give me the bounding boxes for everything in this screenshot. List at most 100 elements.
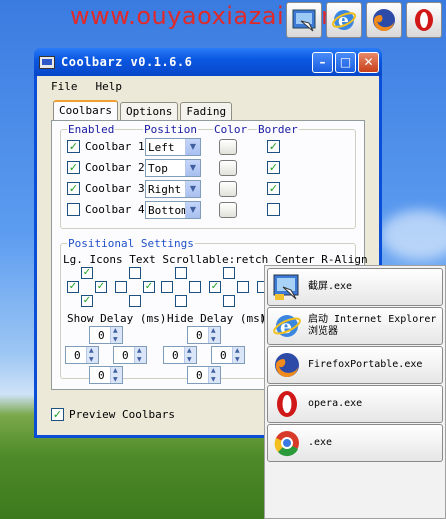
spinner-value: 0 <box>122 349 129 362</box>
show-delay-label: Show Delay (ms) <box>67 312 167 325</box>
chevron-down-icon: ▼ <box>185 202 200 218</box>
close-button[interactable]: ✕ <box>358 51 379 73</box>
menu-help[interactable]: Help <box>96 80 123 96</box>
border-checkbox-3[interactable]: ✓ <box>267 182 280 195</box>
coolbar-label-3: Coolbar 3 <box>85 182 145 195</box>
opera-icon <box>277 391 297 417</box>
title-bar[interactable]: Coolbarz v0.1.6.6 – □ ✕ <box>34 48 382 76</box>
spin-arrows-icon[interactable] <box>208 327 220 343</box>
spinner-value: 0 <box>98 369 105 382</box>
screenshot-icon <box>292 9 316 32</box>
color-button-3[interactable] <box>219 181 237 197</box>
show-delay-top-spinner[interactable]: 0 <box>89 326 123 344</box>
header-border: Border <box>257 123 299 136</box>
text-bottom-checkbox[interactable] <box>129 295 141 307</box>
header-enabled: Enabled <box>67 123 116 136</box>
position-value-4: Bottom <box>148 204 188 217</box>
chevron-down-icon: ▼ <box>185 181 200 197</box>
firefox-icon <box>275 353 299 378</box>
coolbar-item-opera[interactable]: opera.exe <box>267 385 443 423</box>
top-coolbar: e <box>284 0 446 40</box>
lg-icons-left-checkbox[interactable]: ✓ <box>67 281 79 293</box>
spin-arrows-icon[interactable] <box>86 347 98 363</box>
lg-icons-bottom-checkbox[interactable]: ✓ <box>81 295 93 307</box>
screenshot-icon <box>273 274 299 300</box>
opera-button[interactable] <box>406 2 442 38</box>
tab-options[interactable]: Options <box>119 102 179 120</box>
menu-file[interactable]: File <box>51 80 78 96</box>
firefox-icon <box>373 9 395 32</box>
spin-arrows-icon[interactable] <box>232 347 244 363</box>
coolbar-item-chrome[interactable]: .exe <box>267 424 443 462</box>
positional-settings-title: Positional Settings <box>67 237 195 250</box>
hide-delay-label: Hide Delay (ms) <box>167 312 267 325</box>
spin-arrows-icon[interactable] <box>110 367 122 383</box>
preview-coolbars-checkbox[interactable]: ✓ <box>51 408 64 421</box>
stretch-top-checkbox[interactable] <box>223 267 235 279</box>
tab-strip: Coolbars Options Fading <box>53 100 234 121</box>
spin-arrows-icon[interactable] <box>208 367 220 383</box>
coolbar-label-1: Coolbar 1 <box>85 140 145 153</box>
hide-delay-left-spinner[interactable]: 0 <box>163 346 197 364</box>
coolbar-item-label: opera.exe <box>308 398 363 409</box>
spinner-value: 0 <box>172 349 179 362</box>
hide-delay-bottom-spinner[interactable]: 0 <box>187 366 221 384</box>
screenshot-button[interactable] <box>286 2 322 38</box>
minimize-button[interactable]: – <box>312 51 333 73</box>
enabled-checkbox-1[interactable]: ✓ <box>67 140 80 153</box>
coolbar-settings-group: Enabled Position Color Border ✓ Coolbar … <box>60 123 356 229</box>
border-checkbox-2[interactable]: ✓ <box>267 161 280 174</box>
position-select-3[interactable]: Right ▼ <box>145 180 201 198</box>
coolbar-item-internet-explorer[interactable]: e 启动 Internet Explorer 浏览器 <box>267 307 443 345</box>
hide-delay-right-spinner[interactable]: 0 <box>211 346 245 364</box>
header-color: Color <box>213 123 249 136</box>
stretch-bottom-checkbox[interactable] <box>223 295 235 307</box>
scrollable-right-checkbox[interactable] <box>189 281 201 293</box>
text-right-checkbox[interactable]: ✓ <box>143 281 155 293</box>
color-button-4[interactable] <box>219 202 237 218</box>
internet-explorer-icon: e <box>331 10 357 31</box>
enabled-checkbox-4[interactable] <box>67 203 80 216</box>
spinner-value: 0 <box>196 329 203 342</box>
firefox-button[interactable] <box>366 2 402 38</box>
preview-coolbars-label: Preview Coolbars <box>69 408 175 421</box>
spinner-value: 0 <box>196 369 203 382</box>
enabled-checkbox-2[interactable]: ✓ <box>67 161 80 174</box>
text-left-checkbox[interactable] <box>115 281 127 293</box>
show-delay-left-spinner[interactable]: 0 <box>65 346 99 364</box>
scrollable-bottom-checkbox[interactable] <box>175 295 187 307</box>
spin-arrows-icon[interactable] <box>184 347 196 363</box>
lg-icons-right-checkbox[interactable]: ✓ <box>95 281 107 293</box>
color-button-2[interactable] <box>219 160 237 176</box>
position-select-4[interactable]: Bottom ▼ <box>145 201 201 219</box>
internet-explorer-button[interactable]: e <box>326 2 362 38</box>
show-delay-right-spinner[interactable]: 0 <box>113 346 147 364</box>
tab-fading[interactable]: Fading <box>180 102 233 120</box>
spin-arrows-icon[interactable] <box>134 347 146 363</box>
color-button-1[interactable] <box>219 139 237 155</box>
tab-coolbars[interactable]: Coolbars <box>53 100 118 121</box>
coolbar-item-firefox[interactable]: FirefoxPortable.exe <box>267 346 443 384</box>
coolbar-item-screenshot[interactable]: 截屏.exe <box>267 268 443 306</box>
border-checkbox-4[interactable] <box>267 203 280 216</box>
maximize-button[interactable]: □ <box>335 51 356 73</box>
show-delay-bottom-spinner[interactable]: 0 <box>89 366 123 384</box>
coolbar-item-label: .exe <box>308 437 333 448</box>
spin-arrows-icon[interactable] <box>110 327 122 343</box>
text-top-checkbox[interactable] <box>129 267 141 279</box>
hide-delay-top-spinner[interactable]: 0 <box>187 326 221 344</box>
scrollable-top-checkbox[interactable] <box>175 267 187 279</box>
border-checkbox-1[interactable]: ✓ <box>267 140 280 153</box>
scrollable-left-checkbox[interactable] <box>161 281 173 293</box>
opera-icon <box>415 9 433 31</box>
position-select-2[interactable]: Top ▼ <box>145 159 201 177</box>
position-select-1[interactable]: Left ▼ <box>145 138 201 156</box>
stretch-right-checkbox[interactable] <box>237 281 249 293</box>
spinner-value: 0 <box>220 349 227 362</box>
position-value-2: Top <box>148 162 168 175</box>
enabled-checkbox-3[interactable]: ✓ <box>67 182 80 195</box>
stretch-left-checkbox[interactable]: ✓ <box>209 281 221 293</box>
coolbar-item-label: 启动 Internet Explorer 浏览器 <box>308 314 437 337</box>
coolbar-label-2: Coolbar 2 <box>85 161 145 174</box>
lg-icons-top-checkbox[interactable]: ✓ <box>81 267 93 279</box>
